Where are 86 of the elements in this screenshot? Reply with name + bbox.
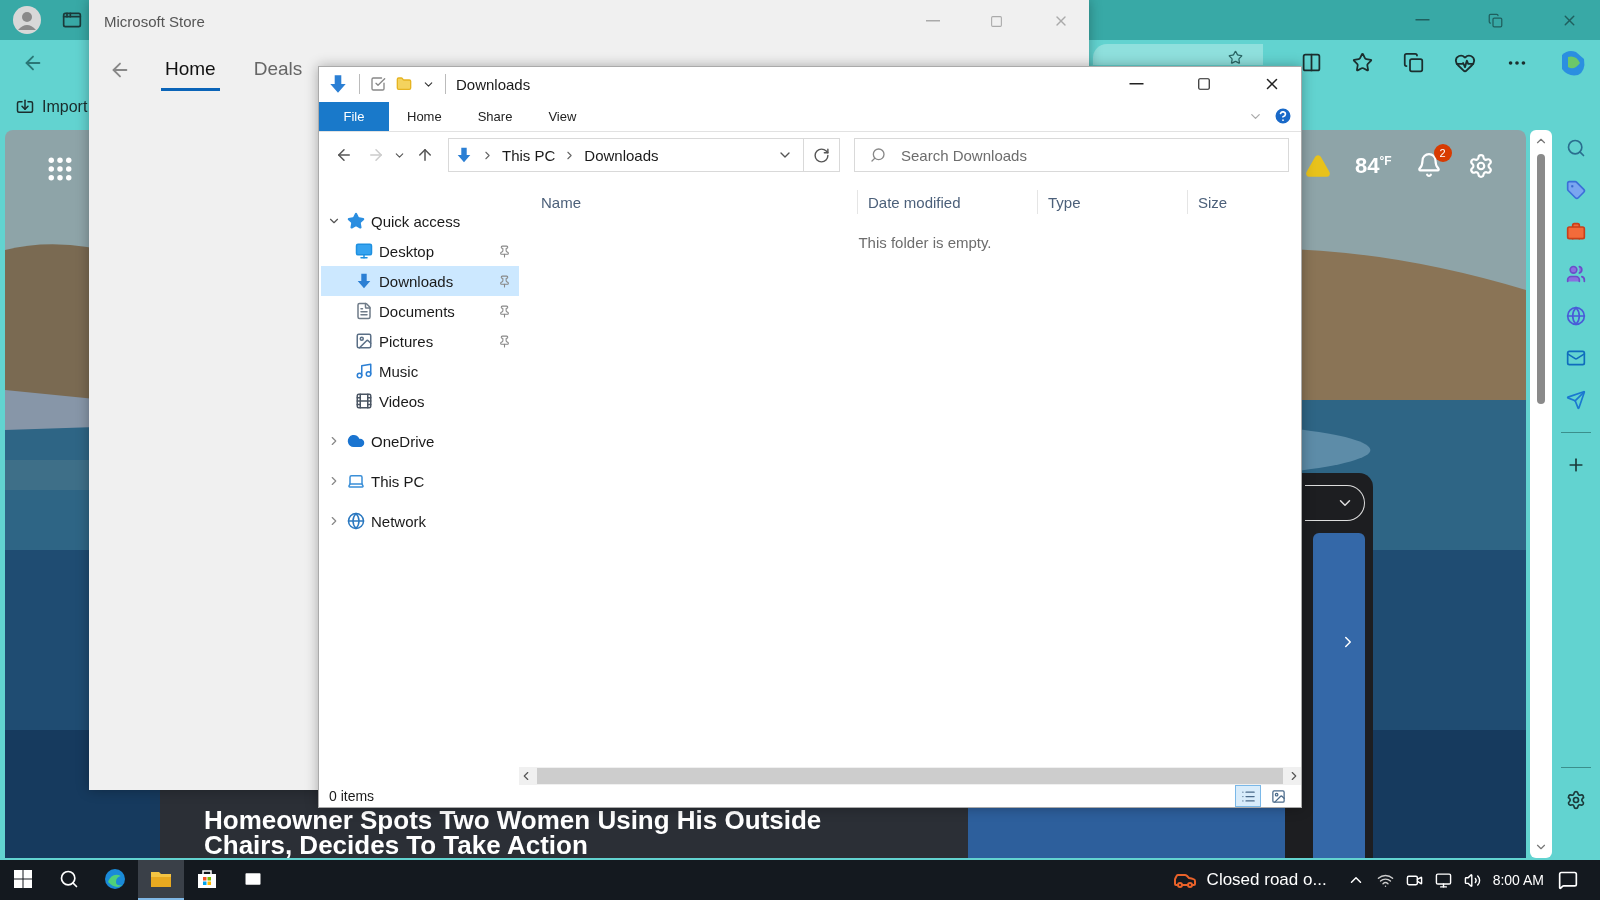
scrollbar[interactable] xyxy=(1530,130,1552,858)
temperature: 84$^{°F}$ xyxy=(1355,153,1392,179)
edge-icon xyxy=(104,868,126,890)
empty-folder-message: This folder is empty. xyxy=(858,234,992,251)
briefcase-icon[interactable] xyxy=(1566,222,1586,242)
maximize-icon xyxy=(1197,77,1211,91)
item-count: 0 items xyxy=(329,788,376,804)
down-arrow-icon xyxy=(355,272,373,290)
favorites-icon[interactable] xyxy=(1352,52,1373,73)
favorite-link[interactable]: Import xyxy=(16,97,88,116)
star-icon[interactable] xyxy=(1228,50,1243,65)
import-icon xyxy=(16,97,34,116)
shopping-bag-icon xyxy=(197,869,217,889)
cloud-icon xyxy=(347,432,365,450)
network-icon[interactable] xyxy=(1434,871,1452,889)
nav-item[interactable]: Documents xyxy=(321,296,519,326)
nav-item[interactable]: OneDrive xyxy=(321,426,519,456)
music-note-icon xyxy=(355,362,373,380)
search-icon xyxy=(59,869,79,889)
document-icon xyxy=(355,302,373,320)
address-bar[interactable]: This PC Downloads xyxy=(448,138,804,172)
nav-item[interactable]: Network xyxy=(321,506,519,536)
window-title: Microsoft Store xyxy=(104,12,206,30)
ribbon-tab[interactable]: Share xyxy=(459,101,531,131)
picture-icon xyxy=(355,332,373,350)
window-title: Downloads xyxy=(456,75,532,93)
breadcrumb-item[interactable]: Downloads xyxy=(584,146,659,164)
collections-icon[interactable] xyxy=(1403,52,1424,73)
avatar-icon xyxy=(12,5,42,35)
minimize-icon[interactable] xyxy=(1415,19,1430,21)
search-icon xyxy=(870,147,886,163)
split-screen-icon[interactable] xyxy=(1301,52,1322,73)
news-notification[interactable]: Closed road o... xyxy=(1166,860,1333,900)
settings-icon[interactable] xyxy=(1566,790,1586,810)
list-icon xyxy=(1240,788,1256,804)
nav-item[interactable]: Pictures xyxy=(321,326,519,356)
ribbon-tab[interactable]: View xyxy=(530,101,595,131)
file-menu-button[interactable]: File xyxy=(319,101,389,131)
scroll-thumb[interactable] xyxy=(1537,154,1545,404)
warning-icon xyxy=(1305,153,1331,179)
store-tab[interactable]: Deals xyxy=(249,49,307,91)
search-icon[interactable] xyxy=(1566,138,1586,158)
globe-icon xyxy=(347,512,365,530)
search-field[interactable]: Search Downloads xyxy=(854,138,1289,172)
down-arrow-icon xyxy=(455,146,473,164)
star-icon xyxy=(347,212,365,230)
properties-icon[interactable] xyxy=(370,76,386,92)
taskbar-app[interactable] xyxy=(138,860,184,900)
people-icon[interactable] xyxy=(1566,264,1586,284)
globe-icon[interactable] xyxy=(1566,306,1586,326)
folder-icon xyxy=(150,869,172,889)
refresh-button[interactable] xyxy=(804,138,840,172)
column-header[interactable]: Size xyxy=(1187,190,1287,214)
action-center-icon[interactable] xyxy=(1558,870,1578,890)
nav-item[interactable]: This PC xyxy=(321,466,519,496)
horizontal-scrollbar[interactable] xyxy=(519,767,1301,785)
nav-item[interactable]: Downloads xyxy=(321,266,519,296)
refresh-icon xyxy=(813,146,830,164)
store-tab[interactable]: Home xyxy=(161,49,220,91)
computer-icon xyxy=(347,472,365,490)
column-header[interactable]: Date modified xyxy=(857,190,1037,214)
picture-icon xyxy=(1270,788,1286,804)
nav-item[interactable]: Videos xyxy=(321,386,519,416)
nav-item[interactable]: Desktop xyxy=(321,236,519,266)
clock[interactable]: 8:00 AM xyxy=(1492,872,1544,888)
minimize-icon xyxy=(1128,83,1144,85)
scroll-thumb[interactable] xyxy=(537,768,1283,784)
volume-icon[interactable] xyxy=(1463,871,1481,889)
details-view-button[interactable] xyxy=(1235,785,1261,807)
ribbon-tab[interactable]: Home xyxy=(389,101,460,131)
column-header[interactable]: Type xyxy=(1037,190,1187,214)
monitor-icon xyxy=(355,242,373,260)
restore-icon[interactable] xyxy=(1488,12,1503,28)
breadcrumb-item[interactable]: This PC xyxy=(502,146,556,164)
bell-icon[interactable] xyxy=(1415,152,1442,178)
windows-icon xyxy=(14,870,32,888)
news-headline: Homeowner Spots Two Women Using His Outside Chairs, Decides To Take Action xyxy=(204,808,823,858)
tab-actions-icon[interactable] xyxy=(62,10,82,30)
film-icon xyxy=(355,392,373,410)
paper-plane-icon[interactable] xyxy=(1566,390,1586,410)
help-icon[interactable] xyxy=(1273,106,1293,126)
tag-icon[interactable] xyxy=(1566,180,1586,200)
nav-item[interactable]: Music xyxy=(321,356,519,386)
nav-item[interactable]: Quick access xyxy=(321,206,519,236)
column-header[interactable]: Name xyxy=(519,190,857,214)
apps-grid-icon[interactable] xyxy=(48,157,72,181)
